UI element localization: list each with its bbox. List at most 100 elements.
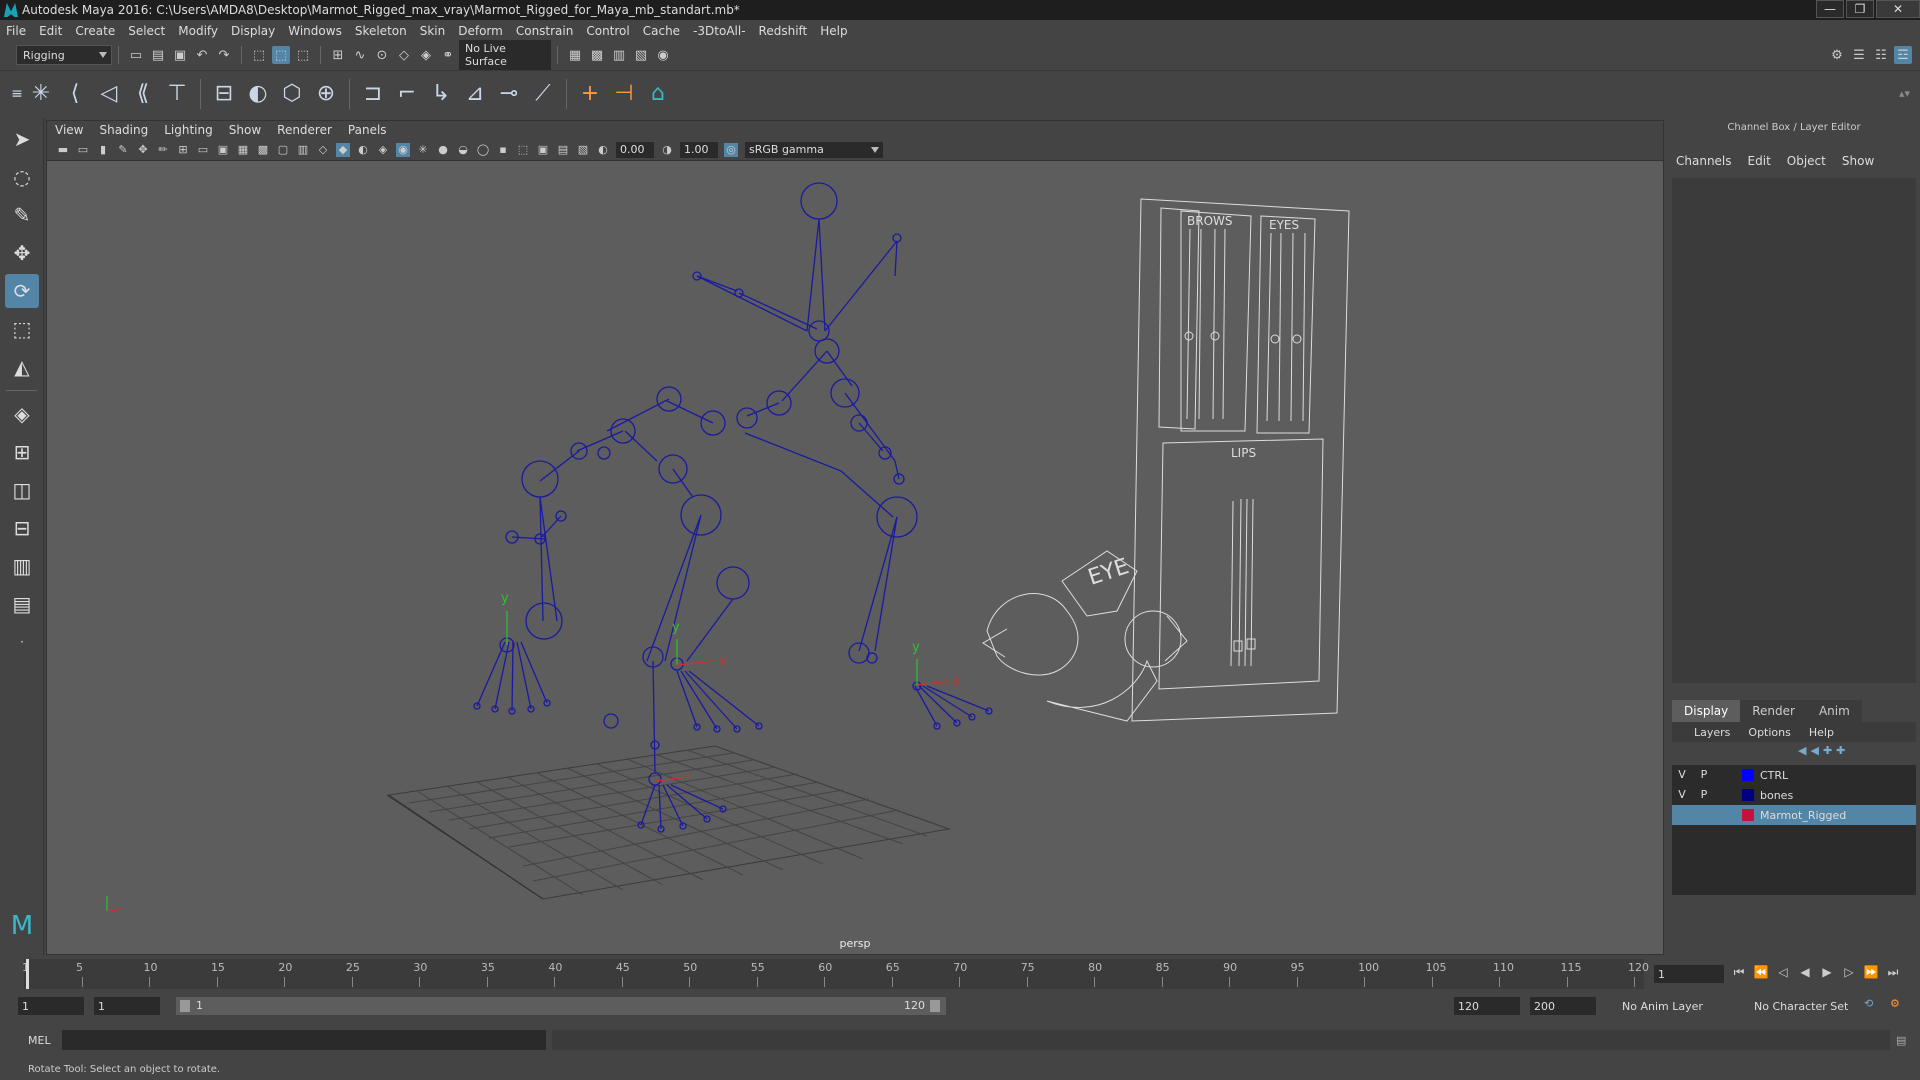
- view-transform-dropdown[interactable]: sRGB gamma: [745, 141, 883, 158]
- tab-render[interactable]: Render: [1740, 700, 1807, 722]
- menu-cache[interactable]: Cache: [643, 24, 680, 38]
- exposure-field[interactable]: 0.00: [616, 141, 654, 158]
- paint-weights-icon[interactable]: ◐: [241, 77, 275, 111]
- vp-menu-panels[interactable]: Panels: [348, 123, 387, 137]
- menu-display[interactable]: Display: [231, 24, 275, 38]
- scale-tool-icon[interactable]: ⬚: [5, 312, 39, 346]
- select-object-icon[interactable]: ⬚: [272, 46, 290, 64]
- menu-redshift[interactable]: Redshift: [759, 24, 808, 38]
- snap-view-icon[interactable]: ◇: [395, 46, 413, 64]
- tab-display[interactable]: Display: [1672, 700, 1741, 722]
- time-slider[interactable]: 1510152025303540455055606570758085909510…: [0, 955, 1920, 993]
- menu-modify[interactable]: Modify: [178, 24, 218, 38]
- range-handle-end[interactable]: [930, 1000, 940, 1012]
- vp-menu-lighting[interactable]: Lighting: [164, 123, 213, 137]
- vp-menu-show[interactable]: Show: [229, 123, 261, 137]
- layer-color-swatch[interactable]: [1742, 769, 1754, 781]
- snap-point-icon[interactable]: ⊙: [373, 46, 391, 64]
- textured-icon[interactable]: ●: [436, 143, 450, 157]
- attribute-editor-icon[interactable]: ☰: [1850, 46, 1868, 64]
- use-all-lights-icon[interactable]: ◒: [456, 143, 470, 157]
- orient-constraint-icon[interactable]: ↳: [424, 77, 458, 111]
- redo-icon[interactable]: ↷: [215, 46, 233, 64]
- visibility-toggle[interactable]: V: [1672, 766, 1692, 784]
- render-settings-icon[interactable]: ▦: [566, 46, 584, 64]
- depth-of-field-icon[interactable]: ▧: [576, 143, 590, 157]
- move-layer-up-icon[interactable]: ◀: [1798, 744, 1806, 757]
- ik-spline-icon[interactable]: ◁: [92, 77, 126, 111]
- safe-action-icon[interactable]: ▢: [276, 143, 290, 157]
- new-empty-layer-icon[interactable]: ✚: [1823, 744, 1832, 757]
- tool-settings-icon[interactable]: ☷: [1872, 46, 1890, 64]
- step-back-key-icon[interactable]: ⏪: [1750, 965, 1772, 983]
- select-hierarchy-icon[interactable]: ⬚: [250, 46, 268, 64]
- menu-control[interactable]: Control: [586, 24, 629, 38]
- display-type-toggle[interactable]: [1716, 806, 1736, 824]
- field-chart-icon[interactable]: ▩: [256, 143, 270, 157]
- playback-toggle[interactable]: [1694, 806, 1714, 824]
- locator-icon[interactable]: +: [573, 77, 607, 111]
- go-to-end-icon[interactable]: ⏭: [1882, 965, 1904, 983]
- script-language-label[interactable]: MEL: [28, 1034, 62, 1047]
- layer-row[interactable]: V P bones: [1672, 785, 1916, 805]
- start-time-field[interactable]: 1: [18, 997, 84, 1015]
- move-tool-icon[interactable]: ✥: [5, 236, 39, 270]
- snap-grid-icon[interactable]: ⊞: [329, 46, 347, 64]
- resolution-gate-icon[interactable]: ▣: [216, 143, 230, 157]
- pole-vector-icon[interactable]: ⟋: [526, 77, 560, 111]
- new-scene-icon[interactable]: ▭: [127, 46, 145, 64]
- camera-attributes-icon[interactable]: ▭: [76, 143, 90, 157]
- layer-color-swatch[interactable]: [1742, 809, 1754, 821]
- parent-constraint-icon[interactable]: ⊐: [356, 77, 390, 111]
- channel-box[interactable]: [1672, 178, 1916, 683]
- rotate-tool-icon[interactable]: ⟳: [5, 274, 39, 308]
- make-live-icon[interactable]: ⚭: [439, 46, 457, 64]
- channel-menu-channels[interactable]: Channels: [1676, 154, 1732, 168]
- go-to-start-icon[interactable]: ⏮: [1728, 965, 1750, 983]
- current-frame-field[interactable]: 1: [1654, 965, 1724, 983]
- menu-file[interactable]: File: [6, 24, 26, 38]
- layer-row[interactable]: Marmot_Rigged: [1672, 805, 1916, 825]
- wireframe-icon[interactable]: ◇: [316, 143, 330, 157]
- menu-set-dropdown[interactable]: Rigging: [16, 45, 112, 65]
- character-set-dropdown[interactable]: No Character Set: [1750, 997, 1860, 1015]
- menu-3dtoall[interactable]: -3DtoAll-: [693, 24, 745, 38]
- safe-title-icon[interactable]: ▥: [296, 143, 310, 157]
- grid-icon[interactable]: ⊞: [176, 143, 190, 157]
- menu-select[interactable]: Select: [128, 24, 165, 38]
- gamma-icon[interactable]: ◑: [660, 143, 674, 157]
- mirror-joint-icon[interactable]: ⊤: [160, 77, 194, 111]
- ik-handle-icon[interactable]: ⟨: [58, 77, 92, 111]
- live-surface-field[interactable]: No Live Surface: [459, 40, 551, 70]
- bookmark-icon[interactable]: ▮: [96, 143, 110, 157]
- smooth-shade-icon[interactable]: ◆: [336, 142, 350, 157]
- wireframe-on-shaded-icon[interactable]: ◈: [376, 143, 390, 157]
- menu-create[interactable]: Create: [75, 24, 115, 38]
- maximize-button[interactable]: ❐: [1846, 0, 1874, 18]
- end-time-field[interactable]: 200: [1530, 997, 1596, 1015]
- scene-view[interactable]: y y x y x BROWS EYES LIPS EYE: [47, 161, 1664, 955]
- menu-windows[interactable]: Windows: [288, 24, 342, 38]
- aim-constraint-icon[interactable]: ⊸: [492, 77, 526, 111]
- render-frame-icon[interactable]: ▩: [588, 46, 606, 64]
- layer-menu-options[interactable]: Options: [1748, 726, 1790, 739]
- step-forward-frame-icon[interactable]: ▷: [1838, 965, 1860, 983]
- 3dtoall-logo-icon[interactable]: ⌂: [641, 77, 675, 111]
- shelf-scroll[interactable]: ▴▾: [1899, 87, 1910, 100]
- menu-skeleton[interactable]: Skeleton: [355, 24, 407, 38]
- xray-icon[interactable]: ◉: [396, 142, 410, 157]
- image-plane-icon[interactable]: ✎: [116, 143, 130, 157]
- play-backwards-icon[interactable]: ◀: [1794, 965, 1816, 983]
- motion-blur-icon[interactable]: ▣: [536, 143, 550, 157]
- visibility-toggle[interactable]: V: [1672, 786, 1692, 804]
- persp-graph-icon[interactable]: ▤: [5, 587, 39, 621]
- modeling-toolkit-icon[interactable]: ⚙: [1828, 46, 1846, 64]
- render-view-icon[interactable]: ▧: [632, 46, 650, 64]
- play-forwards-icon[interactable]: ▶: [1816, 965, 1838, 983]
- command-input[interactable]: [62, 1030, 546, 1050]
- scale-constraint-icon[interactable]: ⊿: [458, 77, 492, 111]
- select-tool-icon[interactable]: ➤: [5, 122, 39, 156]
- anim-layer-dropdown[interactable]: No Anim Layer: [1618, 997, 1738, 1015]
- menu-help[interactable]: Help: [820, 24, 847, 38]
- shelf-options-icon[interactable]: ≡: [10, 77, 24, 111]
